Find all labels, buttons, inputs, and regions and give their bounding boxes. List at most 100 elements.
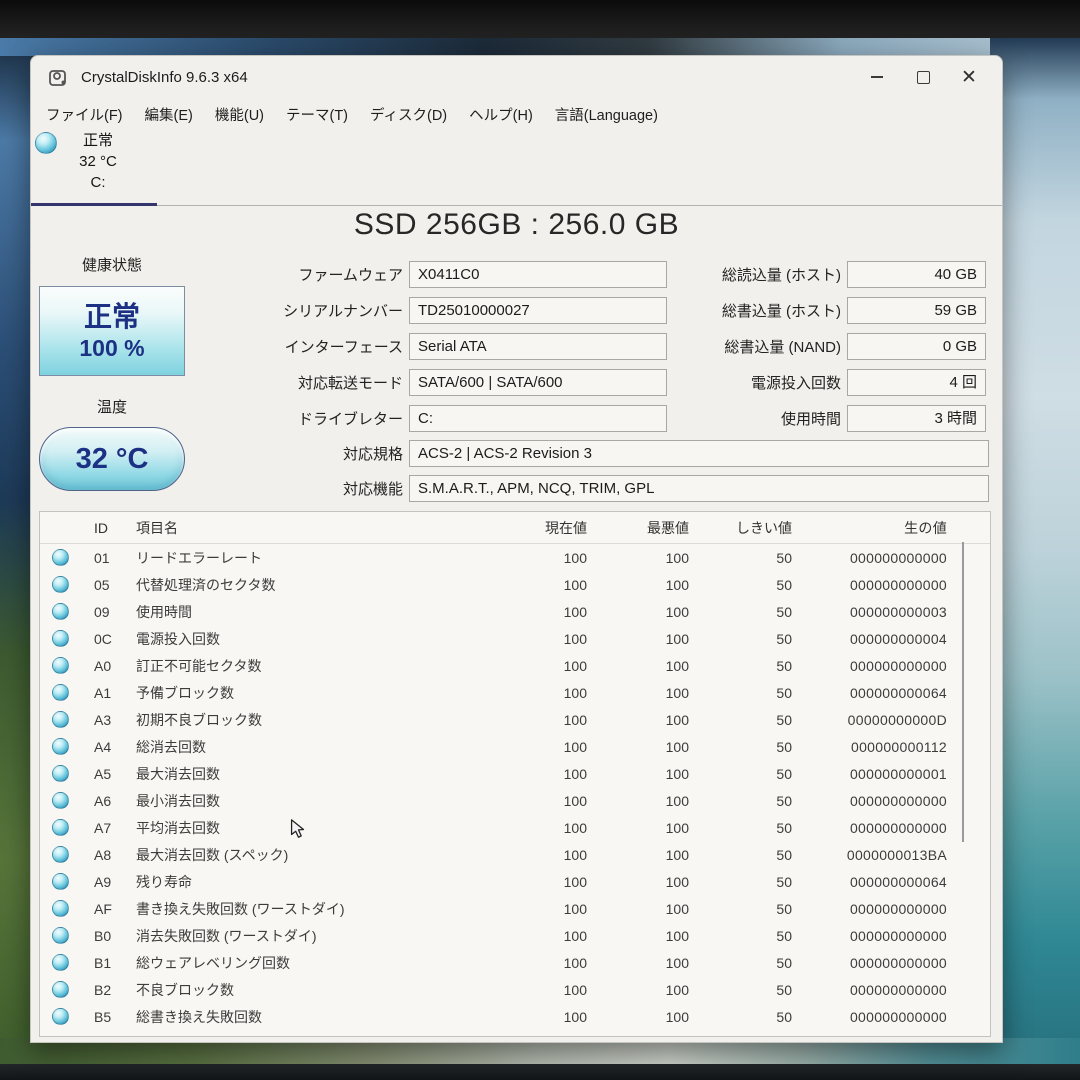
- table-row[interactable]: 0C 電源投入回数 100 100 50 000000000004: [40, 625, 990, 652]
- close-button[interactable]: ✕: [946, 61, 992, 93]
- close-icon: ✕: [961, 68, 977, 87]
- table-row[interactable]: A9 残り寿命 100 100 50 000000000064: [40, 868, 990, 895]
- attribute-current: 100: [497, 982, 587, 998]
- attribute-id: B2: [84, 982, 128, 998]
- table-row[interactable]: A3 初期不良ブロック数 100 100 50 00000000000D: [40, 706, 990, 733]
- attribute-health-icon: [52, 738, 69, 755]
- attribute-current: 100: [497, 577, 587, 593]
- attribute-health-icon: [52, 900, 69, 917]
- table-row[interactable]: A8 最大消去回数 (スペック) 100 100 50 0000000013BA: [40, 841, 990, 868]
- spec-field-value: 40 GB: [847, 261, 986, 288]
- table-row[interactable]: 09 使用時間 100 100 50 000000000003: [40, 598, 990, 625]
- attribute-raw: 000000000000: [792, 982, 947, 998]
- menu-item[interactable]: 言語(Language): [544, 104, 669, 125]
- table-row[interactable]: AF 書き換え失敗回数 (ワーストダイ) 100 100 50 00000000…: [40, 895, 990, 922]
- attribute-threshold: 50: [689, 550, 792, 566]
- attribute-worst: 100: [587, 847, 689, 863]
- attribute-name: 書き換え失敗回数 (ワーストダイ): [128, 899, 497, 919]
- disk-health-icon: [35, 132, 57, 154]
- attribute-current: 100: [497, 928, 587, 944]
- attribute-raw: 000000000000: [792, 550, 947, 566]
- attribute-name: 総書き換え失敗回数: [128, 1007, 497, 1027]
- spec-field-value: TD25010000027: [409, 297, 667, 324]
- table-row[interactable]: A0 訂正不可能セクタ数 100 100 50 000000000000: [40, 652, 990, 679]
- crystaldiskinfo-window: CrystalDiskInfo 9.6.3 x64 ✕ ファイル(F)編集(E)…: [30, 55, 1003, 1043]
- spec-field-label: ファームウェア: [91, 264, 409, 285]
- attribute-worst: 100: [587, 739, 689, 755]
- attribute-current: 100: [497, 550, 587, 566]
- attribute-id: A3: [84, 712, 128, 728]
- attribute-current: 100: [497, 793, 587, 809]
- table-scrollbar[interactable]: [962, 542, 964, 842]
- menu-item[interactable]: ヘルプ(H): [458, 104, 544, 125]
- attribute-current: 100: [497, 955, 587, 971]
- spec-field-value: ACS-2 | ACS-2 Revision 3: [409, 440, 989, 467]
- attribute-current: 100: [497, 874, 587, 890]
- attribute-current: 100: [497, 739, 587, 755]
- attribute-worst: 100: [587, 658, 689, 674]
- spec-field-label: 対応機能: [91, 478, 409, 499]
- attribute-health-icon: [52, 711, 69, 728]
- minimize-button[interactable]: [854, 61, 900, 93]
- minimize-icon: [871, 76, 883, 78]
- attribute-current: 100: [497, 685, 587, 701]
- table-row[interactable]: B0 消去失敗回数 (ワーストダイ) 100 100 50 0000000000…: [40, 922, 990, 949]
- spec-row: 総書込量 (NAND) 0 GB: [671, 333, 986, 360]
- attribute-worst: 100: [587, 928, 689, 944]
- disk-status: 正常: [59, 130, 137, 151]
- attribute-raw: 000000000064: [792, 874, 947, 890]
- spec-row: ファームウェア X0411C0: [91, 261, 667, 288]
- attribute-raw: 000000000001: [792, 766, 947, 782]
- attribute-worst: 100: [587, 712, 689, 728]
- attribute-name: 使用時間: [128, 602, 497, 622]
- smart-attribute-table: ID 項目名 現在値 最悪値 しきい値 生の値 01 リードエラーレート 100…: [39, 511, 991, 1037]
- attribute-worst: 100: [587, 766, 689, 782]
- attribute-id: 01: [84, 550, 128, 566]
- attribute-name: 代替処理済のセクタ数: [128, 575, 497, 595]
- menu-item[interactable]: 機能(U): [204, 104, 275, 125]
- table-header: ID 項目名 現在値 最悪値 しきい値 生の値: [40, 512, 990, 544]
- menu-item[interactable]: 編集(E): [134, 104, 204, 125]
- menu-item[interactable]: テーマ(T): [275, 104, 359, 125]
- table-row[interactable]: A5 最大消去回数 100 100 50 000000000001: [40, 760, 990, 787]
- table-row[interactable]: A1 予備ブロック数 100 100 50 000000000064: [40, 679, 990, 706]
- table-row[interactable]: 01 リードエラーレート 100 100 50 000000000000: [40, 544, 990, 571]
- attribute-name: 総ウェアレベリング回数: [128, 953, 497, 973]
- attribute-worst: 100: [587, 1009, 689, 1025]
- spec-field-value: 4 回: [847, 369, 986, 396]
- attribute-worst: 100: [587, 982, 689, 998]
- spec-row: ドライブレター C:: [91, 405, 667, 432]
- attribute-threshold: 50: [689, 712, 792, 728]
- attribute-health-icon: [52, 630, 69, 647]
- attribute-health-icon: [52, 684, 69, 701]
- attribute-id: AF: [84, 901, 128, 917]
- drive-title: SSD 256GB : 256.0 GB: [31, 208, 1002, 242]
- monitor-bezel-top: [0, 0, 1080, 38]
- table-row[interactable]: A7 平均消去回数 100 100 50 000000000000: [40, 814, 990, 841]
- attribute-worst: 100: [587, 604, 689, 620]
- table-row[interactable]: B5 総書き換え失敗回数 100 100 50 000000000000: [40, 1003, 990, 1030]
- table-row[interactable]: A6 最小消去回数 100 100 50 000000000000: [40, 787, 990, 814]
- disk-strip-rule: [31, 205, 1002, 206]
- header-worst: 最悪値: [587, 518, 689, 538]
- attribute-health-icon: [52, 792, 69, 809]
- attribute-threshold: 50: [689, 631, 792, 647]
- table-row[interactable]: 05 代替処理済のセクタ数 100 100 50 000000000000: [40, 571, 990, 598]
- menu-item[interactable]: ファイル(F): [35, 104, 134, 125]
- attribute-id: 0C: [84, 631, 128, 647]
- attribute-health-icon: [52, 765, 69, 782]
- menu-item[interactable]: ディスク(D): [359, 104, 458, 125]
- attribute-threshold: 50: [689, 1009, 792, 1025]
- maximize-button[interactable]: [900, 61, 946, 93]
- spec-field-label: 総書込量 (ホスト): [671, 300, 847, 321]
- attribute-raw: 000000000000: [792, 901, 947, 917]
- maximize-icon: [917, 71, 930, 84]
- spec-field-label: 総読込量 (ホスト): [671, 264, 847, 285]
- wallpaper-top-strip: [0, 38, 1080, 56]
- attribute-raw: 000000000000: [792, 928, 947, 944]
- table-row[interactable]: B2 不良ブロック数 100 100 50 000000000000: [40, 976, 990, 1003]
- spec-field-value: C:: [409, 405, 667, 432]
- table-row[interactable]: A4 総消去回数 100 100 50 000000000112: [40, 733, 990, 760]
- table-row[interactable]: B1 総ウェアレベリング回数 100 100 50 000000000000: [40, 949, 990, 976]
- spec-field-label: 使用時間: [671, 408, 847, 429]
